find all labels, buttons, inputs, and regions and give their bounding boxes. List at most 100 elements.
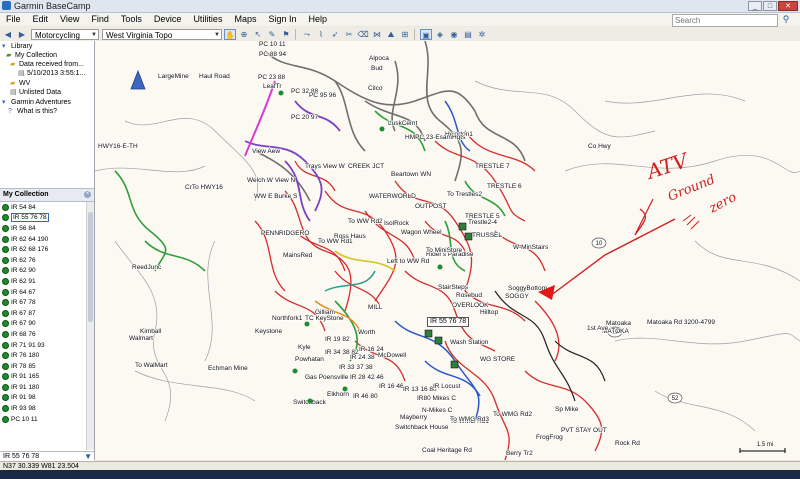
menu-edit[interactable]: Edit [27,13,55,26]
waypoint-marker[interactable] [379,126,385,132]
globe-icon[interactable]: ◉ [448,29,460,40]
filter-input[interactable] [1,452,83,461]
menu-device[interactable]: Device [148,13,188,26]
zoom-icon[interactable]: ⊕ [238,29,250,40]
waypoint-marker[interactable] [307,398,313,404]
list-item[interactable]: IR 78 85 [0,361,94,372]
close-button[interactable]: ✕ [778,1,798,11]
menu-help[interactable]: Help [303,13,334,26]
tree-data-list[interactable]: ▤ 5/10/2013 3:55:1... [18,69,85,78]
menu-sign-in[interactable]: Sign In [262,13,302,26]
profile-graph-icon[interactable]: ⛰ [385,29,397,40]
erase-icon[interactable]: ⌫ [357,29,369,40]
waypoint-marker[interactable] [292,368,298,374]
list-item[interactable]: IR 67 90 [0,319,94,330]
map-label: FrogFrog [536,434,563,441]
tree-my-collection[interactable]: ▰ My Collection [6,51,57,60]
list-item[interactable]: IR 64 67 [0,287,94,298]
list-item[interactable]: IR 76 180 [0,350,94,361]
map-label: Elkhorn [327,391,349,398]
forward-arrow-icon[interactable]: ▶ [16,29,28,40]
waypoint-marker[interactable] [278,90,284,96]
collection-scrollbar[interactable] [86,202,94,450]
library-tree: ▾ Library ▰ My Collection ▰ Data receive… [0,41,94,186]
magnifier-icon[interactable]: ⚲ [780,14,792,25]
list-item[interactable]: IR 62 64 190 [0,234,94,245]
direction-icon[interactable]: ➶ [329,29,341,40]
route-label: IR 19 82 [325,336,350,343]
route-tool-icon[interactable]: ⤳ [301,29,313,40]
minimize-button[interactable]: _ [748,1,762,11]
list-item[interactable]: IR 56 84 [0,223,94,234]
menu-tools[interactable]: Tools [115,13,148,26]
scrollbar-thumb[interactable] [88,212,93,322]
waypoint-marker[interactable] [434,336,443,345]
list-item[interactable]: IR 62 91 [0,276,94,287]
select-arrow-icon[interactable]: ↖ [252,29,264,40]
tree-unlisted[interactable]: ▤ Unlisted Data [10,88,61,97]
waypoint-marker[interactable] [342,386,348,392]
tree-data-received[interactable]: ▰ Data received from... [10,60,84,69]
list-item-selected[interactable]: IR 55 76 78 [0,213,94,224]
activity-profile-dropdown[interactable]: Motorcycling ▼ [31,28,99,40]
selected-route-callout[interactable]: IR 55 76 78 [427,317,470,327]
settings-icon[interactable]: ✲ [476,29,488,40]
list-item[interactable]: PC 10 11 [0,414,94,425]
route-flag-icon [2,330,9,338]
list-item[interactable]: IR 54 84 [0,202,94,213]
menu-file[interactable]: File [0,13,27,26]
list-item[interactable]: IR 67 87 [0,308,94,319]
route-flag-icon [2,373,9,381]
search-input[interactable] [673,16,765,25]
tree-wv[interactable]: ▰ WV [10,79,30,88]
maximize-button[interactable]: □ [763,1,777,11]
split-icon[interactable]: ✂ [343,29,355,40]
map-canvas[interactable]: 10 10 52 LargeMine Haul Road PC 10 11 PC… [95,41,800,460]
join-icon[interactable]: ⋈ [371,29,383,40]
list-item[interactable]: IR 91 165 [0,372,94,383]
menu-utilities[interactable]: Utilities [187,13,228,26]
waypoint-marker[interactable] [458,222,467,231]
waypoint-marker[interactable] [437,264,443,270]
menu-maps[interactable]: Maps [228,13,262,26]
device-icon[interactable]: ▤ [462,29,474,40]
map-label: WW E Burke S [254,193,298,200]
3d-view-icon[interactable]: ◈ [434,29,446,40]
menu-view[interactable]: View [54,13,85,26]
map-label: Mayberry [400,414,428,421]
track-tool-icon[interactable]: ⌇ [315,29,327,40]
menu-find[interactable]: Find [85,13,115,26]
back-arrow-icon[interactable]: ◀ [2,29,14,40]
tree-library[interactable]: ▾ Library [2,42,32,51]
waypoint-marker[interactable] [424,329,433,338]
close-icon[interactable]: × [84,191,91,198]
hand-tool-icon[interactable]: ✋ [224,28,236,40]
map-product-dropdown[interactable]: West Virginia Topo ▼ [102,28,222,40]
map-label: W-MinStairs [513,244,549,251]
list-item[interactable]: IR 68 76 [0,329,94,340]
list-item[interactable]: IR 91 98 [0,393,94,404]
waypoint-flag-icon[interactable]: ⚑ [280,29,292,40]
tree-garmin-adventures[interactable]: ▾ Garmin Adventures [2,98,71,107]
list-item[interactable]: IR 62 68 176 [0,244,94,255]
tree-what-is-this[interactable]: ? What is this? [8,107,57,116]
waypoint-marker[interactable] [464,232,473,241]
list-item[interactable]: IR 91 180 [0,382,94,393]
insert-icon[interactable]: ⊞ [399,29,411,40]
list-item[interactable]: IR 71 91 93 [0,340,94,351]
map-label: TRESTLE 7 [475,163,510,170]
collection-header: My Collection × [0,188,94,202]
map-label: Switchback House [395,424,449,431]
measure-icon[interactable]: ✎ [266,29,278,40]
list-item[interactable]: IR 67 78 [0,297,94,308]
list-item[interactable]: IR 62 76 [0,255,94,266]
waypoint-marker[interactable] [304,321,310,327]
list-item[interactable]: IR 62 90 [0,266,94,277]
list-item[interactable]: IR 93 98 [0,403,94,414]
map-label: Rosebud [456,292,482,299]
map-view[interactable]: 10 10 52 LargeMine Haul Road PC 10 11 PC… [95,41,800,460]
route-flag-icon [2,383,9,391]
2d-view-icon[interactable]: ▣ [420,28,432,40]
list-item-label[interactable]: IR 55 76 78 [11,213,49,223]
waypoint-marker[interactable] [450,360,459,369]
